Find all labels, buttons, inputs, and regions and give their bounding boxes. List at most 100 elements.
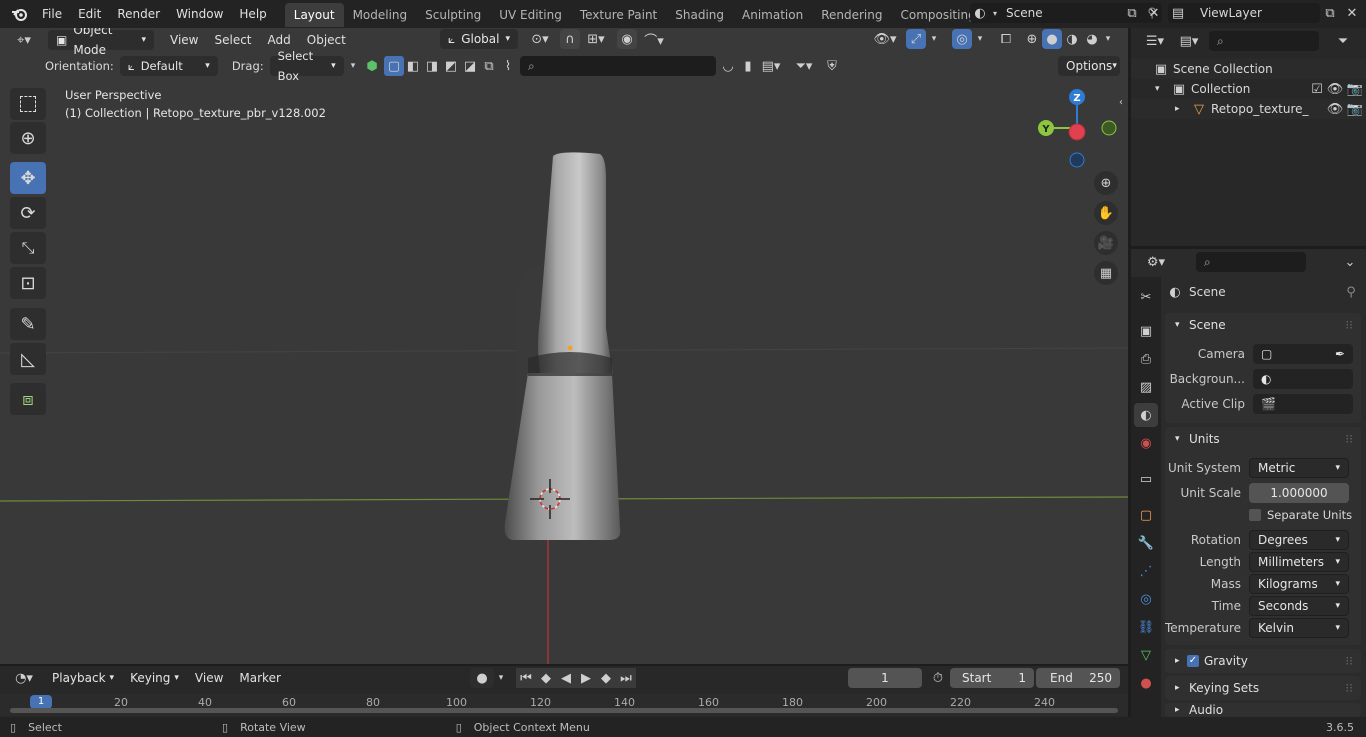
material-shading-icon[interactable]: ◑ [1062,29,1082,49]
stopwatch-icon[interactable]: ⏱ [928,668,948,688]
wireframe-shading-icon[interactable]: ⊕ [1022,29,1042,49]
filter-icon[interactable]: ⏷ [1333,31,1353,51]
scene-tab-icon[interactable]: ◐ [1134,403,1158,427]
drag-handle-icon[interactable]: ⁝⁝ [1345,676,1353,700]
record-icon[interactable]: ● [470,668,494,688]
shield-icon[interactable]: ⛨ [822,56,842,76]
options-dropdown[interactable]: Options ▾ [1058,56,1120,76]
menu-window[interactable]: Window [168,0,231,28]
timeline-ruler[interactable]: 1 20 40 60 80 100 120 140 160 180 200 22… [0,694,1128,716]
color-picker-icon[interactable]: ⬢ [362,56,382,76]
new-view-layer-icon[interactable]: ⧉ [1320,3,1340,23]
tool-tab-icon[interactable]: ✂ [1136,287,1156,307]
outliner-object[interactable]: ▸ ▽ Retopo_texture_ 👁 📷 [1131,99,1366,119]
drag-handle-icon[interactable]: ⁝⁝ [1345,427,1353,451]
snap-icon[interactable]: ∩ [560,29,580,49]
mass-dropdown[interactable]: Kilograms ▾ [1249,574,1349,594]
length-dropdown[interactable]: Millimeters ▾ [1249,552,1349,572]
brush-icon[interactable]: ⌇ [498,56,518,76]
physics-tab-icon[interactable]: ◎ [1136,589,1156,609]
properties-search-input[interactable]: ⌕ [1196,252,1306,272]
chevron-down-icon[interactable]: ▾ [346,56,360,76]
blender-logo-icon[interactable] [8,4,30,24]
separate-units-checkbox[interactable] [1249,509,1261,521]
next-keyframe-icon[interactable]: ◆ [596,668,616,688]
select-mode-extend-icon[interactable]: ◧ [403,56,423,76]
gravity-panel[interactable]: ▸ ✓ Gravity ⁝⁝ [1165,649,1361,673]
tab-sculpting[interactable]: Sculpting [416,3,490,27]
overlay-filter-icon[interactable]: ◡ [718,56,738,76]
viewport-search-input[interactable]: ⌕ [520,56,716,76]
select-box-tool[interactable] [10,88,46,120]
tab-texture-paint[interactable]: Texture Paint [571,3,666,27]
transform-orientation-dropdown[interactable]: ⟀ Global ▾ [440,29,518,49]
collection-tab-icon[interactable]: ▭ [1136,469,1156,489]
pivot-point-icon[interactable]: ⊙▾ [526,29,554,49]
audio-panel[interactable]: ▸ Audio [1165,703,1361,717]
tab-animation[interactable]: Animation [733,3,812,27]
tool-settings-icon[interactable]: ⧉ [479,56,499,76]
rotation-dropdown[interactable]: Degrees ▾ [1249,530,1349,550]
mode-dropdown[interactable]: ▣ Object Mode ▾ [48,28,154,57]
solid-shading-icon[interactable]: ● [1042,29,1062,49]
select-mode-intersect-icon[interactable]: ◪ [460,56,480,76]
eyedropper-icon[interactable]: ✒ [1335,344,1345,364]
unit-system-dropdown[interactable]: Metric ▾ [1249,457,1349,478]
object-tab-icon[interactable]: ▢ [1136,505,1156,525]
scene-panel-header[interactable]: ▾ Scene ⁝⁝ [1165,313,1361,337]
record-options-icon[interactable]: ▾ [494,668,508,688]
delete-view-layer-icon[interactable]: ✕ [1342,3,1362,23]
material-tab-icon[interactable]: ● [1136,673,1156,693]
expand-icon[interactable]: ▾ [1155,84,1169,94]
active-clip-field[interactable]: 🎬 [1253,393,1353,414]
sidebar-toggle-icon[interactable]: ‹ [1116,92,1126,112]
camera-field[interactable]: ▢ ✒ [1253,343,1353,364]
keying-sets-panel[interactable]: ▸ Keying Sets ⁝⁝ [1165,676,1361,700]
outliner-scene-collection[interactable]: ▣ Scene Collection [1131,59,1366,79]
menu-file[interactable]: File [34,0,70,28]
start-frame-field[interactable]: Start 1 [950,668,1034,688]
eye-icon[interactable]: 👁 [1326,79,1344,99]
bookmark-icon[interactable]: ▮ [738,56,758,76]
falloff-icon[interactable]: ⌒▾ [640,29,668,49]
temperature-dropdown[interactable]: Kelvin ▾ [1249,618,1349,638]
3d-viewport[interactable]: ⌖▾ ▣ Object Mode ▾ View Select Add Objec… [0,28,1128,664]
menu-help[interactable]: Help [231,0,274,28]
eye-icon[interactable]: 👁 [1326,99,1344,119]
output-tab-icon[interactable]: ⎙ [1136,349,1156,369]
gravity-checkbox[interactable]: ✓ [1187,655,1199,667]
transform-tool[interactable]: ⊡ [10,267,46,299]
gizmo-toggle-icon[interactable]: ⤢ [906,29,926,49]
orientation-dropdown[interactable]: ⟀ Default ▾ [119,56,218,76]
view-layer-tab-icon[interactable]: ▨ [1136,377,1156,397]
filter-icon[interactable]: ⏷▾ [790,56,818,76]
playback-dropdown[interactable]: Playback ▾ [44,668,122,688]
pin-icon[interactable]: ⚲ [1341,282,1361,302]
particles-tab-icon[interactable]: ⋰ [1136,561,1156,581]
outliner-editor-icon[interactable]: ☰▾ [1141,31,1169,51]
drag-handle-icon[interactable]: ⁝⁝ [1345,313,1353,337]
gizmo-dropdown-icon[interactable]: ▾ [928,29,940,49]
rendered-shading-icon[interactable]: ◕ [1082,29,1102,49]
play-icon[interactable]: ▶ [576,668,596,688]
proportional-edit-icon[interactable]: ◉ [617,29,637,49]
perspective-toggle-icon[interactable]: ▦ [1094,261,1118,285]
delete-scene-icon[interactable]: ✕ [1144,3,1164,23]
frame-indicator[interactable]: 1 [30,695,52,709]
checkbox-icon[interactable]: ☑ [1308,79,1326,99]
drag-handle-icon[interactable]: ⁝⁝ [1345,649,1353,673]
select-mode-subtract-icon[interactable]: ◨ [422,56,442,76]
background-field[interactable]: ◐ [1253,368,1353,389]
navigation-gizmo[interactable]: Z Y [1030,84,1120,174]
measure-tool[interactable]: ◺ [10,343,46,375]
select-mode-set-icon[interactable]: ▢ [384,56,404,76]
drag-dropdown[interactable]: Select Box ▾ [269,49,344,83]
add-cube-tool[interactable]: ⧈ [10,383,46,415]
tab-uv-editing[interactable]: UV Editing [490,3,571,27]
timeline-marker-menu[interactable]: Marker [231,666,288,690]
scale-tool[interactable]: ⤡ [10,232,46,264]
jump-start-icon[interactable]: ⏮ [516,668,536,688]
data-tab-icon[interactable]: ▽ [1136,645,1156,665]
timeline-editor-icon[interactable]: ◔▾ [8,668,40,688]
collection-filter-icon[interactable]: ▤▾ [760,56,782,76]
